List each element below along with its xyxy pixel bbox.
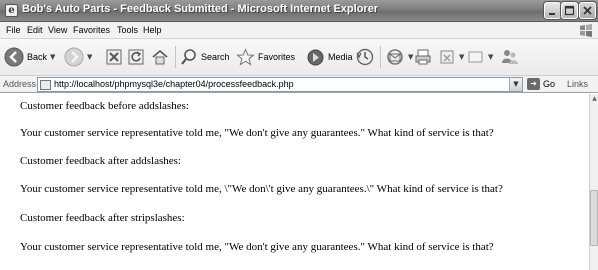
- menu-tools[interactable]: Tools: [117, 25, 138, 35]
- media-button[interactable]: Media: [306, 43, 353, 71]
- maximize-button[interactable]: [561, 2, 578, 19]
- forward-button[interactable]: ▼: [64, 43, 92, 71]
- messenger-icon: [502, 50, 518, 64]
- back-button[interactable]: Back ▼: [4, 43, 55, 71]
- search-icon: [181, 49, 196, 65]
- home-icon: [152, 49, 168, 65]
- address-bar: Address http://localhost/phpmysql3e/chap…: [0, 76, 598, 93]
- feedback-heading-stripslashes: Customer feedback after stripslashes:: [20, 212, 185, 224]
- back-dropdown-icon[interactable]: ▼: [50, 53, 55, 61]
- toolbar-separator: [380, 46, 381, 68]
- messenger-button[interactable]: [500, 43, 520, 71]
- back-arrow-icon: [4, 47, 24, 67]
- mail-dropdown-icon[interactable]: ▼: [408, 53, 413, 61]
- toolbar-separator: [175, 46, 176, 68]
- media-label: Media: [328, 52, 353, 62]
- address-input[interactable]: http://localhost/phpmysql3e/chapter04/pr…: [37, 77, 523, 92]
- feedback-text-before: Your customer service representative tol…: [20, 127, 494, 139]
- forward-arrow-icon: [64, 47, 84, 67]
- minimize-icon: [549, 13, 555, 15]
- print-button[interactable]: [414, 43, 432, 71]
- stop-icon: [106, 49, 122, 65]
- favorites-label: Favorites: [258, 52, 296, 62]
- print-icon: [415, 49, 431, 65]
- edit-page-icon: [440, 50, 454, 64]
- menu-bar: File Edit View Favorites Tools Help: [0, 22, 598, 39]
- menu-edit[interactable]: Edit: [27, 25, 43, 35]
- toolbar: Back ▼ ▼ Search Favorites Media ▼ ▼ ▼: [0, 39, 598, 76]
- media-icon: [307, 49, 324, 65]
- discuss-dropdown-icon[interactable]: ▼: [488, 53, 493, 61]
- minimize-button[interactable]: [544, 2, 561, 19]
- vertical-scrollbar[interactable]: ▲: [589, 94, 598, 270]
- favorites-star-icon: [236, 47, 255, 66]
- discuss-icon: [468, 51, 483, 63]
- discuss-button[interactable]: ▼: [467, 43, 493, 71]
- edit-button[interactable]: ▼: [438, 43, 464, 71]
- page-icon: [40, 80, 51, 90]
- mail-button[interactable]: ▼: [385, 43, 413, 71]
- title-bar[interactable]: e Bob's Auto Parts - Feedback Submitted …: [0, 0, 598, 22]
- address-label: Address: [3, 79, 37, 89]
- home-button[interactable]: [151, 43, 169, 71]
- scroll-thumb[interactable]: [590, 190, 598, 246]
- menu-help[interactable]: Help: [143, 25, 162, 35]
- windows-logo-icon: [580, 24, 592, 37]
- forward-dropdown-icon[interactable]: ▼: [87, 53, 92, 61]
- links-button[interactable]: Links: [567, 79, 588, 89]
- stop-button[interactable]: [105, 43, 123, 71]
- menu-file[interactable]: File: [6, 25, 21, 35]
- back-label: Back: [27, 52, 48, 62]
- ie-page-icon: e: [5, 4, 18, 17]
- menu-view[interactable]: View: [48, 25, 67, 35]
- search-button[interactable]: Search: [180, 43, 230, 71]
- menu-favorites[interactable]: Favorites: [73, 25, 110, 35]
- scroll-up-arrow-icon[interactable]: ▲: [590, 94, 598, 104]
- favorites-button[interactable]: Favorites: [236, 43, 295, 71]
- feedback-text-addslashes: Your customer service representative tol…: [20, 183, 503, 195]
- go-arrow-icon: ➜: [527, 78, 540, 90]
- page-content: Customer feedback before addslashes: You…: [0, 94, 589, 270]
- close-icon: [583, 6, 592, 15]
- feedback-text-stripslashes: Your customer service representative tol…: [20, 241, 494, 253]
- address-dropdown-icon[interactable]: ▼: [509, 78, 522, 91]
- close-button[interactable]: [579, 2, 596, 19]
- feedback-heading-addslashes: Customer feedback after addslashes:: [20, 155, 181, 167]
- history-button[interactable]: [355, 43, 375, 71]
- history-icon: [356, 48, 374, 66]
- maximize-icon: [564, 5, 575, 16]
- address-url[interactable]: http://localhost/phpmysql3e/chapter04/pr…: [54, 79, 294, 89]
- window-title: Bob's Auto Parts - Feedback Submitted - …: [22, 3, 379, 15]
- go-label: Go: [543, 79, 556, 89]
- go-button[interactable]: ➜ Go: [527, 78, 555, 90]
- search-label: Search: [201, 52, 230, 62]
- refresh-button[interactable]: [127, 43, 145, 71]
- edit-dropdown-icon[interactable]: ▼: [459, 53, 464, 61]
- mail-icon: [387, 49, 403, 65]
- feedback-heading-before: Customer feedback before addslashes:: [20, 100, 189, 112]
- refresh-icon: [128, 49, 144, 65]
